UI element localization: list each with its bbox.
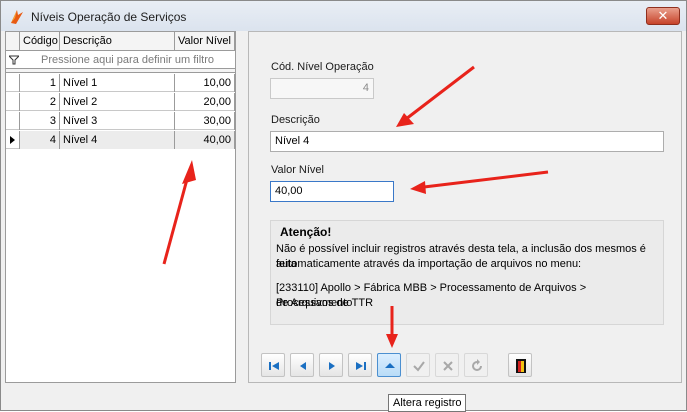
last-icon xyxy=(356,362,366,370)
title-bar: Níveis Operação de Serviços ✕ xyxy=(1,1,686,31)
cell-codigo: 3 xyxy=(20,112,60,130)
valor-label: Valor Nível xyxy=(271,164,324,176)
row-indicator xyxy=(6,74,20,92)
post-record-button[interactable] xyxy=(406,353,430,377)
notice-menu-path: de Arquivos de TTR xyxy=(276,297,374,309)
row-indicator xyxy=(6,112,20,130)
app-logo-icon xyxy=(11,10,23,24)
column-header-descricao[interactable]: Descrição xyxy=(60,32,175,51)
first-icon xyxy=(269,362,279,370)
grid-header: Código Descrição Valor Nível xyxy=(6,32,235,51)
edit-icon xyxy=(385,363,395,368)
last-record-button[interactable] xyxy=(348,353,372,377)
main-window: Níveis Operação de Serviços ✕ Código Des… xyxy=(0,0,687,412)
cell-descricao: Nível 3 xyxy=(60,112,175,130)
cell-valor: 20,00 xyxy=(175,93,235,111)
filter-icon xyxy=(9,55,19,65)
filter-placeholder: Pressione aqui para definir um filtro xyxy=(40,54,215,66)
cell-descricao: Nível 2 xyxy=(60,93,175,111)
refresh-icon xyxy=(472,359,482,371)
notice-line: automaticamente através da importação de… xyxy=(276,258,582,270)
first-record-button[interactable] xyxy=(261,353,285,377)
table-row[interactable]: 1 Nível 1 10,00 xyxy=(6,74,235,92)
refresh-button[interactable] xyxy=(464,353,488,377)
edit-record-button[interactable] xyxy=(377,353,401,377)
window-title: Níveis Operação de Serviços xyxy=(31,10,187,24)
next-icon xyxy=(329,362,335,370)
table-row[interactable]: 2 Nível 2 20,00 xyxy=(6,93,235,111)
cancel-record-button[interactable] xyxy=(435,353,459,377)
header-indicator xyxy=(6,32,20,51)
post-check-icon xyxy=(413,361,425,372)
column-header-codigo[interactable]: Código xyxy=(20,32,60,51)
records-grid[interactable]: Código Descrição Valor Nível Pressione a… xyxy=(5,31,236,383)
descricao-label: Descrição xyxy=(271,114,320,126)
detail-panel: Cód. Nível Operação 4 Descrição Nível 4 … xyxy=(248,31,682,383)
notice-box: Atenção! Não é possível incluir registro… xyxy=(270,220,664,325)
cell-valor: 10,00 xyxy=(175,74,235,92)
column-header-valor[interactable]: Valor Nível xyxy=(175,32,235,51)
current-row-pointer-icon xyxy=(10,136,15,144)
cell-valor: 30,00 xyxy=(175,112,235,130)
cancel-x-icon xyxy=(443,361,453,371)
descricao-field[interactable]: Nível 4 xyxy=(270,131,664,152)
cell-codigo: 4 xyxy=(20,131,60,149)
valor-field[interactable]: 40,00 xyxy=(270,181,394,202)
row-indicator xyxy=(6,131,20,149)
cell-descricao: Nível 4 xyxy=(60,131,175,149)
cell-descricao: Nível 1 xyxy=(60,74,175,92)
exit-door-icon xyxy=(516,359,526,373)
next-record-button[interactable] xyxy=(319,353,343,377)
prior-record-button[interactable] xyxy=(290,353,314,377)
prior-icon xyxy=(300,362,306,370)
cell-codigo: 1 xyxy=(20,74,60,92)
cell-valor: 40,00 xyxy=(175,131,235,149)
table-row-selected[interactable]: 4 Nível 4 40,00 xyxy=(6,131,235,149)
grid-separator xyxy=(6,69,235,73)
tooltip: Altera registro xyxy=(388,394,467,412)
table-row[interactable]: 3 Nível 3 30,00 xyxy=(6,112,235,130)
codigo-label: Cód. Nível Operação xyxy=(271,61,374,73)
codigo-field: 4 xyxy=(270,78,374,99)
filter-row[interactable]: Pressione aqui para definir um filtro xyxy=(6,51,235,69)
cell-codigo: 2 xyxy=(20,93,60,111)
close-button[interactable]: ✕ xyxy=(646,7,680,25)
row-indicator xyxy=(6,93,20,111)
notice-title: Atenção! xyxy=(280,225,332,239)
exit-button[interactable] xyxy=(508,353,532,377)
